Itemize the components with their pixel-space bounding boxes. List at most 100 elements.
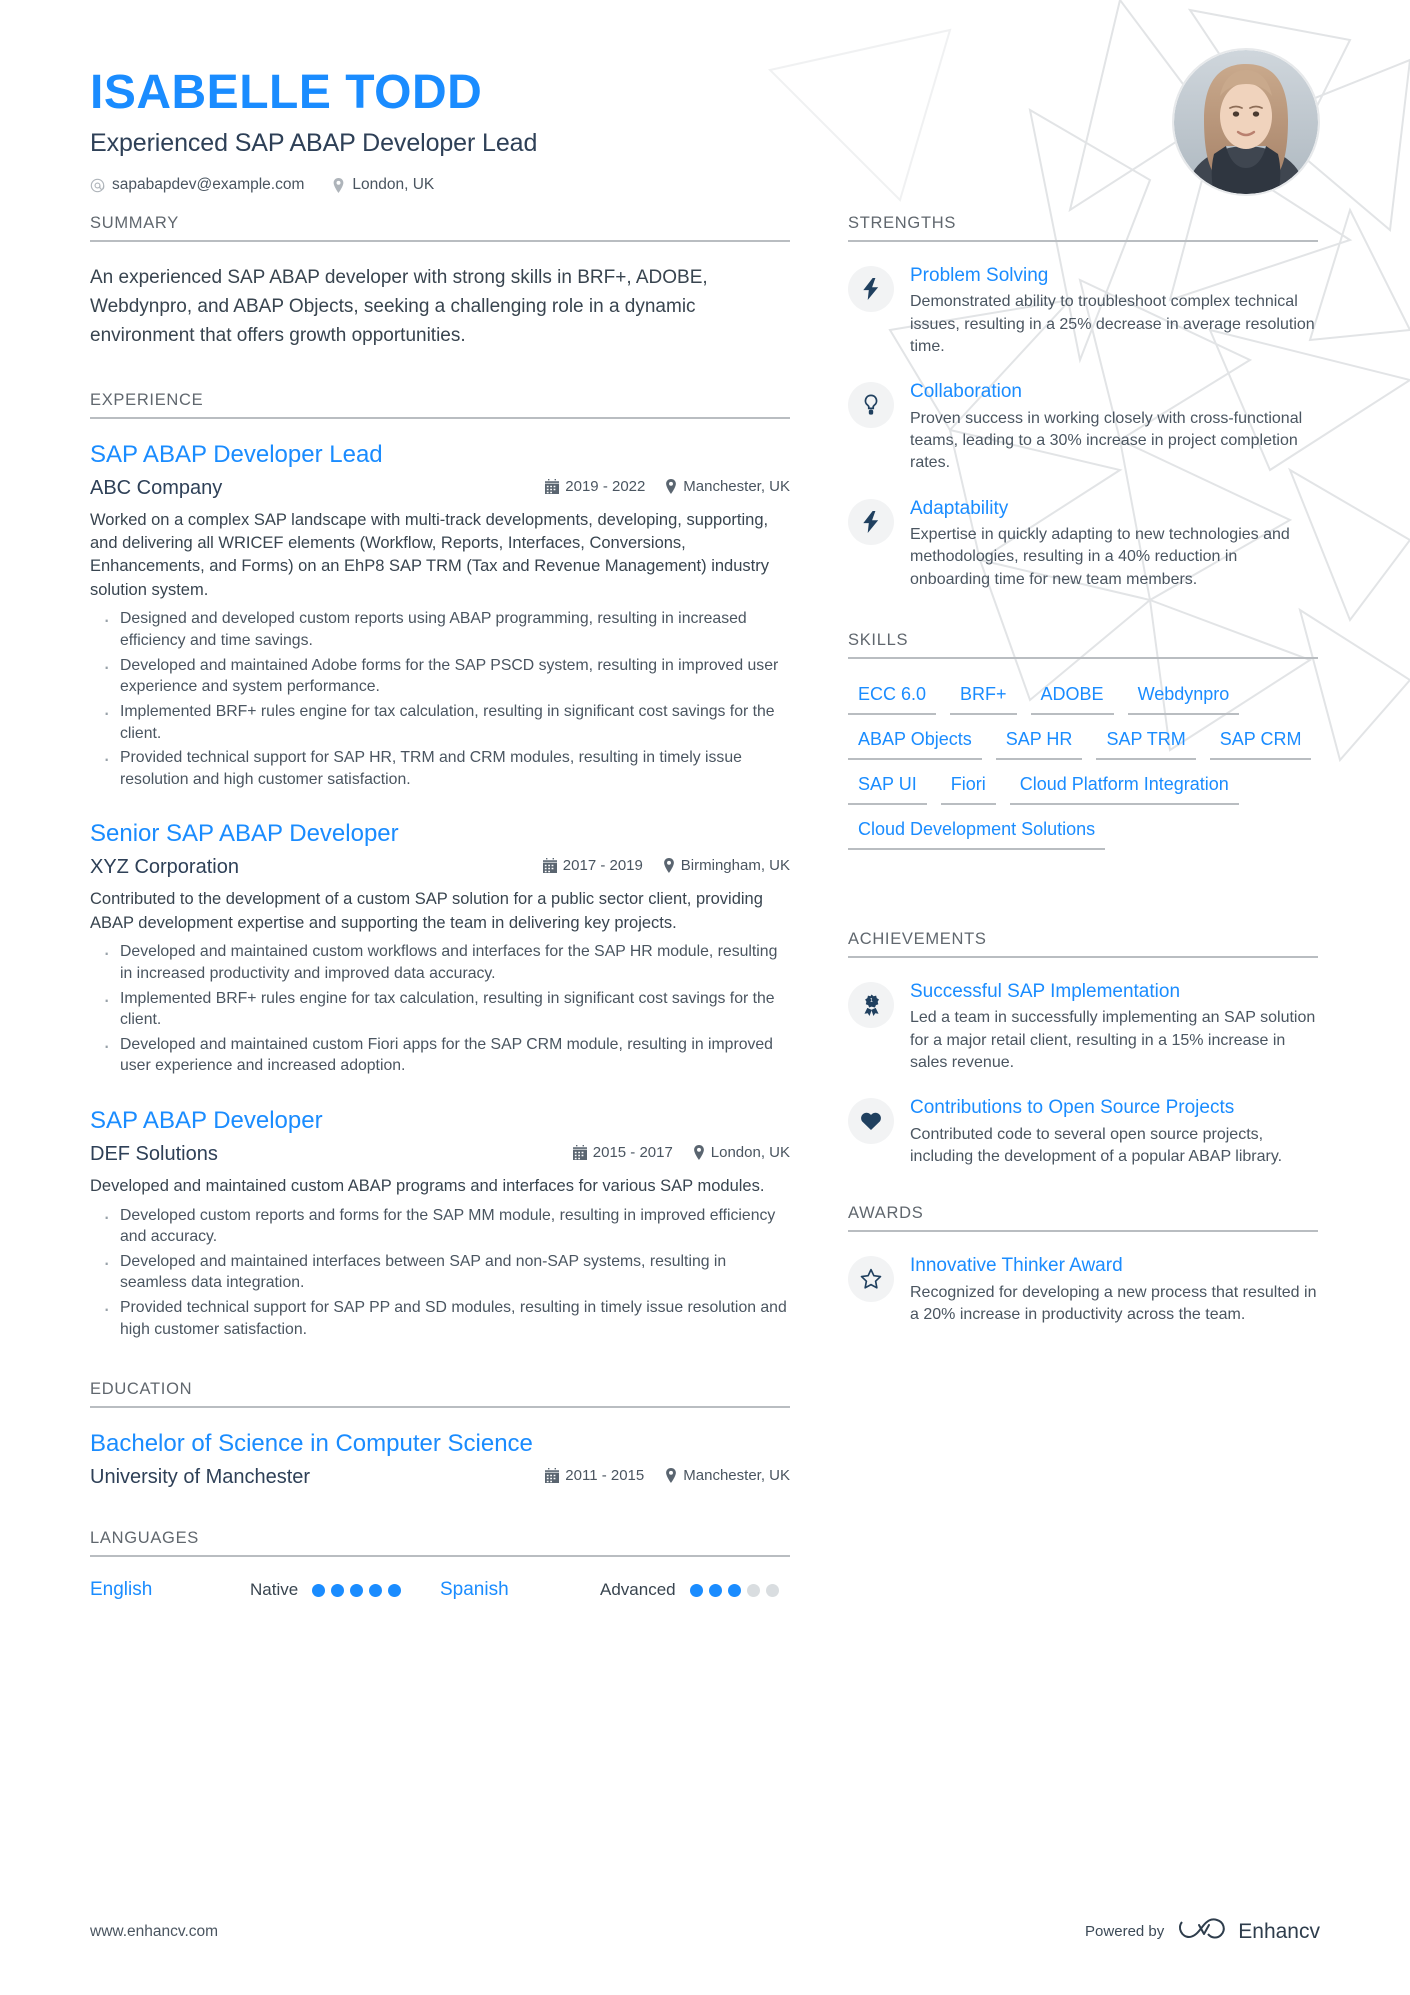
heart-icon <box>848 1098 894 1145</box>
at-icon <box>90 178 105 193</box>
brand-name: Enhancv <box>1238 1919 1320 1943</box>
map-pin-icon <box>332 177 345 193</box>
powered-by-label: Powered by <box>1085 1923 1165 1940</box>
award-text: Recognized for developing a new process … <box>910 1283 1317 1323</box>
experience-entry: SAP ABAP Developer DEF Solutions 2015 - 20… <box>90 1107 790 1340</box>
skill-tag[interactable]: Cloud Platform Integration <box>1009 771 1239 806</box>
left-column: SUMMARY An experienced SAP ABAP develope… <box>90 214 790 1605</box>
section-skills: SKILLS ECC 6.0 BRF+ ADOBE Webdynpro ABAP Obj… <box>848 631 1318 851</box>
contact-row: sapabapdev@example.com London, UK <box>90 176 1320 194</box>
avatar <box>1172 48 1320 196</box>
skill-tag[interactable]: Webdynpro <box>1127 681 1240 716</box>
skill-tag[interactable]: Cloud Development Solutions <box>848 816 1106 851</box>
experience-bullet: Implemented BRF+ rules engine for tax ca… <box>96 698 790 744</box>
experience-location: London, UK <box>710 1144 790 1162</box>
strength-text: Proven success in working closely with c… <box>910 409 1303 472</box>
experience-bullet: Implemented BRF+ rules engine for tax ca… <box>96 985 790 1031</box>
education-entry: Bachelor of Science in Computer Science U… <box>90 1430 790 1489</box>
experience-meta-row: ABC Company 2019 - 2022 Manchester, UK <box>90 477 790 500</box>
section-title-summary: SUMMARY <box>90 214 790 242</box>
award-ribbon-icon: 1 <box>848 982 894 1029</box>
lightbulb-icon <box>848 382 894 429</box>
resume-page: ISABELLE TODD Experienced SAP ABAP Devel… <box>0 0 1410 1995</box>
experience-meta-row: DEF Solutions 2015 - 2017 London, UK <box>90 1143 790 1166</box>
skill-tag[interactable]: SAP CRM <box>1209 726 1312 761</box>
section-title-achievements: ACHIEVEMENTS <box>848 930 1318 959</box>
section-languages: LANGUAGES English Native Spanish Advanced <box>90 1529 790 1601</box>
map-pin-icon <box>665 478 677 494</box>
strengths-list: Problem Solving Demonstrated ability to t… <box>848 264 1318 591</box>
page-footer: www.enhancv.com Powered by Enhancv <box>90 1916 1320 1947</box>
footer-branding: Powered by Enhancv <box>1085 1916 1320 1947</box>
skill-tag[interactable]: SAP HR <box>995 726 1083 761</box>
achievement-text: Contributed code to several open source … <box>910 1125 1283 1165</box>
experience-bullet: Designed and developed custom reports us… <box>96 605 790 651</box>
experience-dates: 2015 - 2017 <box>592 1144 673 1162</box>
skill-tag[interactable]: Fiori <box>940 771 996 806</box>
strength-entry: Collaboration Proven success in working c… <box>848 380 1318 474</box>
experience-location: Manchester, UK <box>683 477 790 495</box>
achievement-entry: Contributions to Open Source Projects Con… <box>848 1096 1318 1168</box>
section-title-strengths: STRENGTHS <box>848 214 1318 242</box>
skill-tag[interactable]: ADOBE <box>1030 681 1114 716</box>
map-pin-icon <box>665 1468 677 1484</box>
language-level-dot <box>350 1583 364 1597</box>
strength-entry: Problem Solving Demonstrated ability to t… <box>848 264 1318 358</box>
section-title-skills: SKILLS <box>848 631 1318 660</box>
experience-dates: 2017 - 2019 <box>562 857 643 875</box>
contact-email-text: sapabapdev@example.com <box>112 176 305 194</box>
experience-bullet: Developed and maintained custom workflow… <box>96 938 790 984</box>
experience-title: SAP ABAP Developer Lead <box>90 440 383 468</box>
skill-tag[interactable]: BRF+ <box>950 681 1017 716</box>
education-degree: Bachelor of Science in Computer Science <box>90 1430 533 1458</box>
achievement-text: Led a team in successfully implementing … <box>910 1009 1316 1071</box>
language-level-dots <box>312 1583 402 1597</box>
lightning-bolt-icon <box>848 498 894 545</box>
experience-bullet: Provided technical support for SAP PP an… <box>96 1294 790 1340</box>
education-school: University of Manchester <box>90 1466 311 1489</box>
achievements-list: 1 Successful SAP Implementation Led a team… <box>848 980 1318 1168</box>
experience-title: Senior SAP ABAP Developer <box>90 820 399 848</box>
skill-tag[interactable]: ECC 6.0 <box>848 681 937 716</box>
enhancv-logo-icon <box>1178 1916 1228 1947</box>
contact-location-text: London, UK <box>352 176 435 194</box>
skill-tag[interactable]: SAP TRM <box>1096 726 1196 761</box>
language-level-dot <box>765 1583 779 1597</box>
skills-list: ECC 6.0 BRF+ ADOBE Webdynpro ABAP Objects SAP… <box>848 681 1318 851</box>
svg-text:1: 1 <box>869 998 872 1004</box>
map-pin-icon <box>693 1145 705 1161</box>
language-level-dot <box>708 1583 722 1597</box>
achievement-entry: 1 Successful SAP Implementation Led a team… <box>848 980 1318 1074</box>
strength-title: Adaptability <box>910 497 1009 519</box>
calendar-icon <box>572 1145 587 1161</box>
language-level-dot <box>746 1583 760 1597</box>
experience-description: Developed and maintained custom ABAP pro… <box>90 1177 765 1196</box>
contact-location: London, UK <box>332 176 434 194</box>
awards-list: Innovative Thinker Award Recognized for d… <box>848 1254 1318 1326</box>
calendar-icon <box>542 858 557 874</box>
footer-url[interactable]: www.enhancv.com <box>90 1923 218 1941</box>
summary-text: An experienced SAP ABAP developer with s… <box>90 267 708 346</box>
experience-bullet: Developed and maintained Adobe forms for… <box>96 652 790 698</box>
experience-title: SAP ABAP Developer <box>90 1107 323 1135</box>
language-level: Advanced <box>600 1580 676 1600</box>
language-level-dot <box>727 1583 741 1597</box>
skill-tag[interactable]: SAP UI <box>848 771 927 806</box>
strength-entry: Adaptability Expertise in quickly adaptin… <box>848 497 1318 591</box>
calendar-icon <box>545 1468 560 1484</box>
map-pin-icon <box>663 858 675 874</box>
contact-email[interactable]: sapabapdev@example.com <box>90 176 304 194</box>
experience-description: Worked on a complex SAP landscape with m… <box>90 510 769 599</box>
job-role-subtitle: Experienced SAP ABAP Developer Lead <box>90 129 538 158</box>
skill-tag[interactable]: ABAP Objects <box>848 726 982 761</box>
language-level-dot <box>369 1583 383 1597</box>
calendar-icon <box>545 478 560 494</box>
experience-company: DEF Solutions <box>90 1143 218 1166</box>
achievement-title: Contributions to Open Source Projects <box>910 1097 1235 1119</box>
lightning-bolt-icon <box>848 266 894 312</box>
language-level-dots <box>689 1583 779 1597</box>
section-summary: SUMMARY An experienced SAP ABAP develope… <box>90 214 790 351</box>
section-awards: AWARDS Innovative Thinker Award Recognize… <box>848 1204 1318 1326</box>
languages-list: English Native Spanish Advanced <box>90 1579 790 1601</box>
section-achievements: ACHIEVEMENTS 1 Successful SAP Implementat… <box>848 930 1318 1168</box>
